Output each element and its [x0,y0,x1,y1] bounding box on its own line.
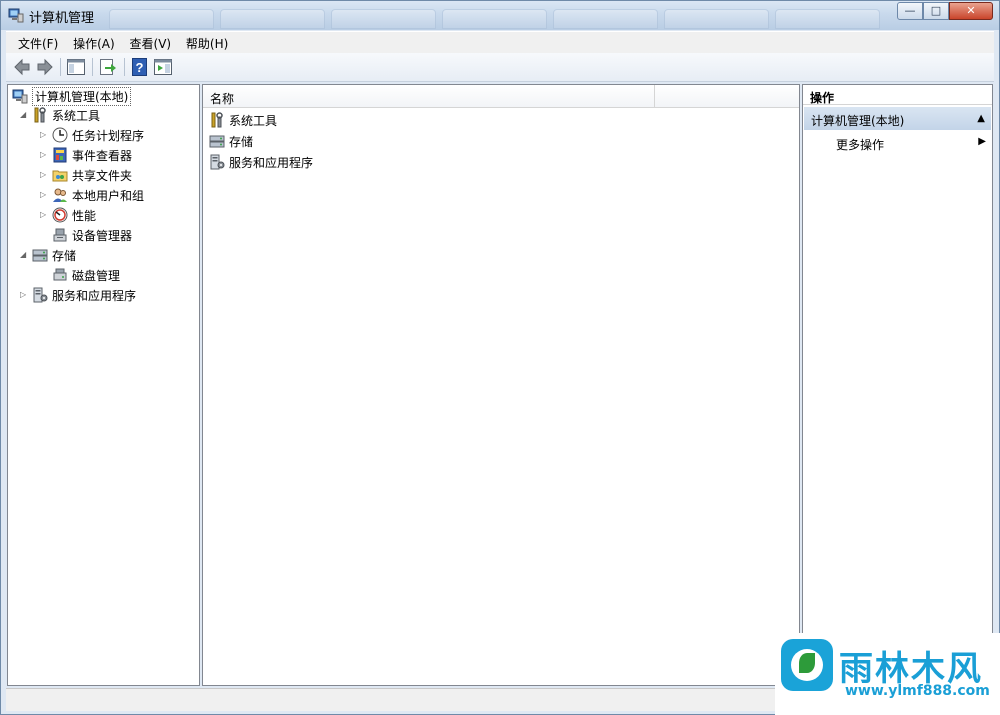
tree-item-event-viewer[interactable]: 事件查看器 [52,146,132,164]
tools-icon [211,112,223,128]
storage-icon [32,249,48,262]
more-actions-label: 更多操作 [836,138,885,152]
computer-management-icon [8,8,24,23]
show-hide-action-pane-icon[interactable] [153,57,173,77]
collapse-up-icon[interactable]: ▲ [977,113,985,124]
window-title: 计算机管理 [29,11,95,26]
tree-item-label: 存储 [52,248,77,263]
tree-item-label: 共享文件夹 [72,168,133,183]
tree-item-performance[interactable]: 性能 [52,206,96,224]
tree-item-label: 任务计划程序 [72,128,145,143]
close-button[interactable]: ✕ [949,2,993,20]
watermark: 雨林木风 www.ylmf888.com [775,633,1000,715]
menu-view[interactable]: 查看(V) [126,32,179,52]
performance-icon [52,207,68,223]
tree-item-label: 本地用户和组 [72,188,145,203]
expand-triangle-icon[interactable]: ▷ [40,191,48,199]
tree-item-label: 系统工具 [52,108,101,123]
list-item-label: 系统工具 [229,113,278,128]
show-hide-console-tree-icon[interactable] [66,57,86,77]
tree-item-label: 磁盘管理 [72,268,121,283]
expand-triangle-icon[interactable]: ▷ [40,131,48,139]
expand-triangle-icon[interactable]: ▷ [40,171,48,179]
tree-item-label: 事件查看器 [72,148,133,163]
list-item-label: 存储 [229,134,254,149]
submenu-arrow-icon: ▶ [978,136,986,147]
tree-item-label: 服务和应用程序 [52,288,137,303]
storage-icon [209,135,225,148]
tree-item-storage[interactable]: 存储 [32,246,76,264]
clock-icon [52,127,68,143]
background-taskbar-ghost [109,9,880,29]
actions-pane: 操作 计算机管理(本地) ▲ 更多操作 ▶ [802,84,993,686]
tree-item-shared-folders[interactable]: 共享文件夹 [52,166,132,184]
expand-triangle-icon[interactable]: ▷ [40,151,48,159]
tree-item-disk-management[interactable]: 磁盘管理 [52,266,120,284]
list-item-services-applications[interactable]: 服务和应用程序 [209,153,313,171]
forward-arrow-icon[interactable] [35,57,55,77]
maximize-button[interactable]: □ [923,2,949,20]
services-icon [210,154,225,170]
window-controls: — □ ✕ [897,2,993,20]
tree-item-services-applications[interactable]: 服务和应用程序 [32,286,136,304]
menu-help[interactable]: 帮助(H) [182,32,235,52]
details-list-pane: 名称 系统工具 存储 服务和应用程序 [202,84,800,686]
menu-file[interactable]: 文件(F) [6,32,65,52]
users-icon [53,188,67,202]
device-manager-icon [53,228,67,242]
svg-text:?: ? [136,60,144,75]
collapse-triangle-icon[interactable]: ◢ [20,251,28,259]
disk-management-icon [53,268,67,281]
actions-pane-title: 操作 [803,85,992,105]
computer-management-icon [12,89,28,104]
tree-item-task-scheduler[interactable]: 任务计划程序 [52,126,144,144]
tree-item-local-users-groups[interactable]: 本地用户和组 [52,186,144,204]
title-bar[interactable]: 计算机管理 — □ ✕ [1,1,999,30]
collapse-triangle-icon[interactable]: ◢ [20,111,28,119]
event-viewer-icon [53,147,67,163]
minimize-button[interactable]: — [897,2,923,20]
list-column-header[interactable]: 名称 [203,85,799,108]
help-icon[interactable]: ? [130,57,150,77]
more-actions-item[interactable]: 更多操作 ▶ [836,136,986,154]
tree-item-label: 计算机管理(本地) [32,86,132,106]
computer-management-window: 计算机管理 — □ ✕ 文件(F) 操作(A) 查看(V) 帮助(H) ? 计算… [0,0,1000,715]
tree-item-device-manager[interactable]: 设备管理器 [52,226,132,244]
shared-folder-icon [52,170,68,182]
console-tree-pane: 计算机管理(本地) ◢ 系统工具 ▷ 任务计划程序 ▷ 事件查看器 ▷ 共享文件… [7,84,200,686]
brand-logo-icon [781,639,833,691]
tools-icon [34,107,46,123]
services-icon [33,287,48,303]
back-arrow-icon[interactable] [12,57,32,77]
menu-action[interactable]: 操作(A) [69,32,122,52]
actions-section-computer-management[interactable]: 计算机管理(本地) ▲ [804,107,991,130]
column-name-header[interactable]: 名称 [210,90,234,107]
actions-section-label: 计算机管理(本地) [811,114,905,128]
menu-bar: 文件(F) 操作(A) 查看(V) 帮助(H) [6,31,994,53]
list-item-label: 服务和应用程序 [229,155,314,170]
list-item-storage[interactable]: 存储 [209,132,253,150]
list-item-system-tools[interactable]: 系统工具 [209,111,277,129]
tree-item-label: 性能 [72,208,97,223]
tree-item-label: 设备管理器 [72,228,133,243]
tree-item-system-tools[interactable]: 系统工具 [32,106,100,124]
toolbar: ? [6,53,994,82]
expand-triangle-icon[interactable]: ▷ [20,291,28,299]
expand-triangle-icon[interactable]: ▷ [40,211,48,219]
watermark-url: www.ylmf888.com [845,683,990,699]
export-list-icon[interactable] [98,57,118,77]
tree-item-computer-management-local[interactable]: 计算机管理(本地) [12,86,132,106]
